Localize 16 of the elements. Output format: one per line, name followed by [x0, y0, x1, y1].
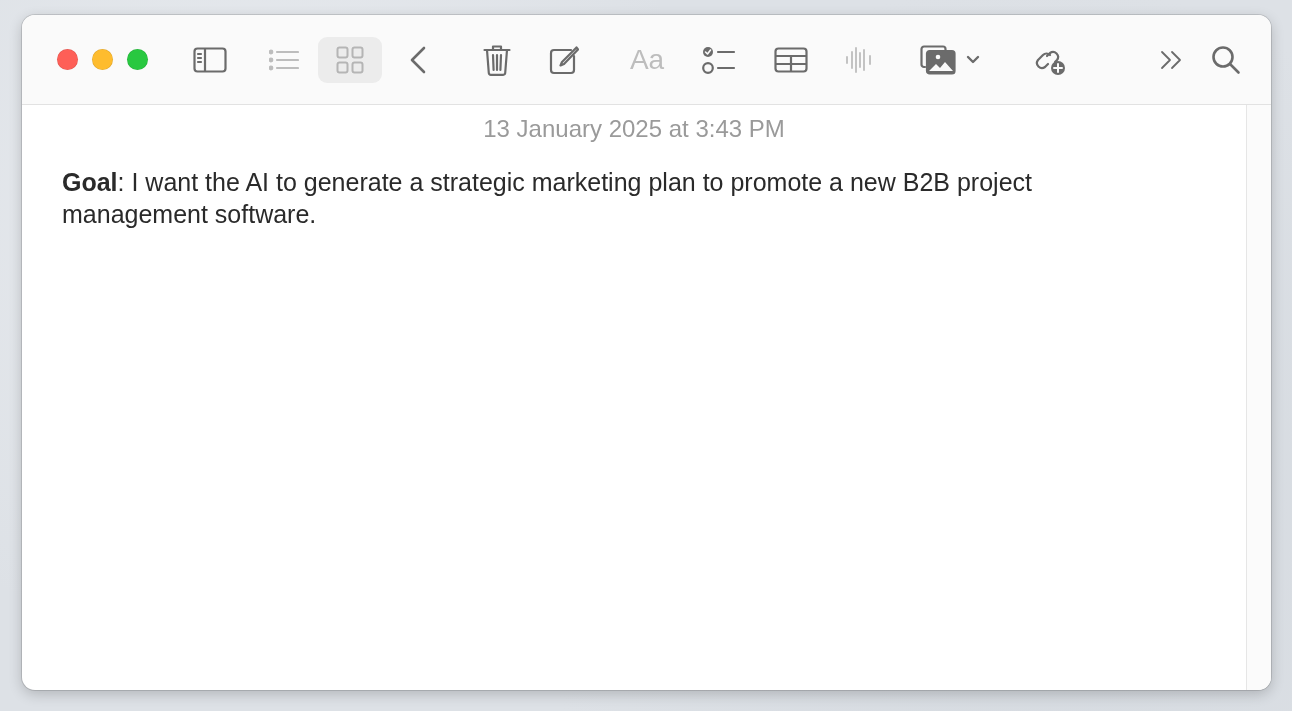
trash-icon	[483, 43, 511, 76]
note-text: Goal: I want the AI to generate a strategic marketing plan to promote a new B2B project management software.	[62, 167, 1033, 230]
grid-icon	[336, 45, 364, 74]
search-icon	[1211, 44, 1241, 75]
compose-icon	[549, 44, 579, 75]
note-date: 13 January 2025 at 3:43 PM	[482, 115, 786, 143]
double-chevron-icon	[1160, 49, 1184, 70]
table-icon	[774, 46, 808, 73]
sidebar-icon	[193, 46, 227, 73]
waveform-icon	[845, 44, 873, 75]
photos-icon	[920, 44, 956, 75]
checklist-icon	[702, 44, 736, 75]
list-icon	[269, 48, 299, 71]
close-button[interactable]	[57, 49, 78, 70]
chevron-left-icon	[410, 45, 426, 74]
chevron-down-icon	[966, 55, 980, 64]
